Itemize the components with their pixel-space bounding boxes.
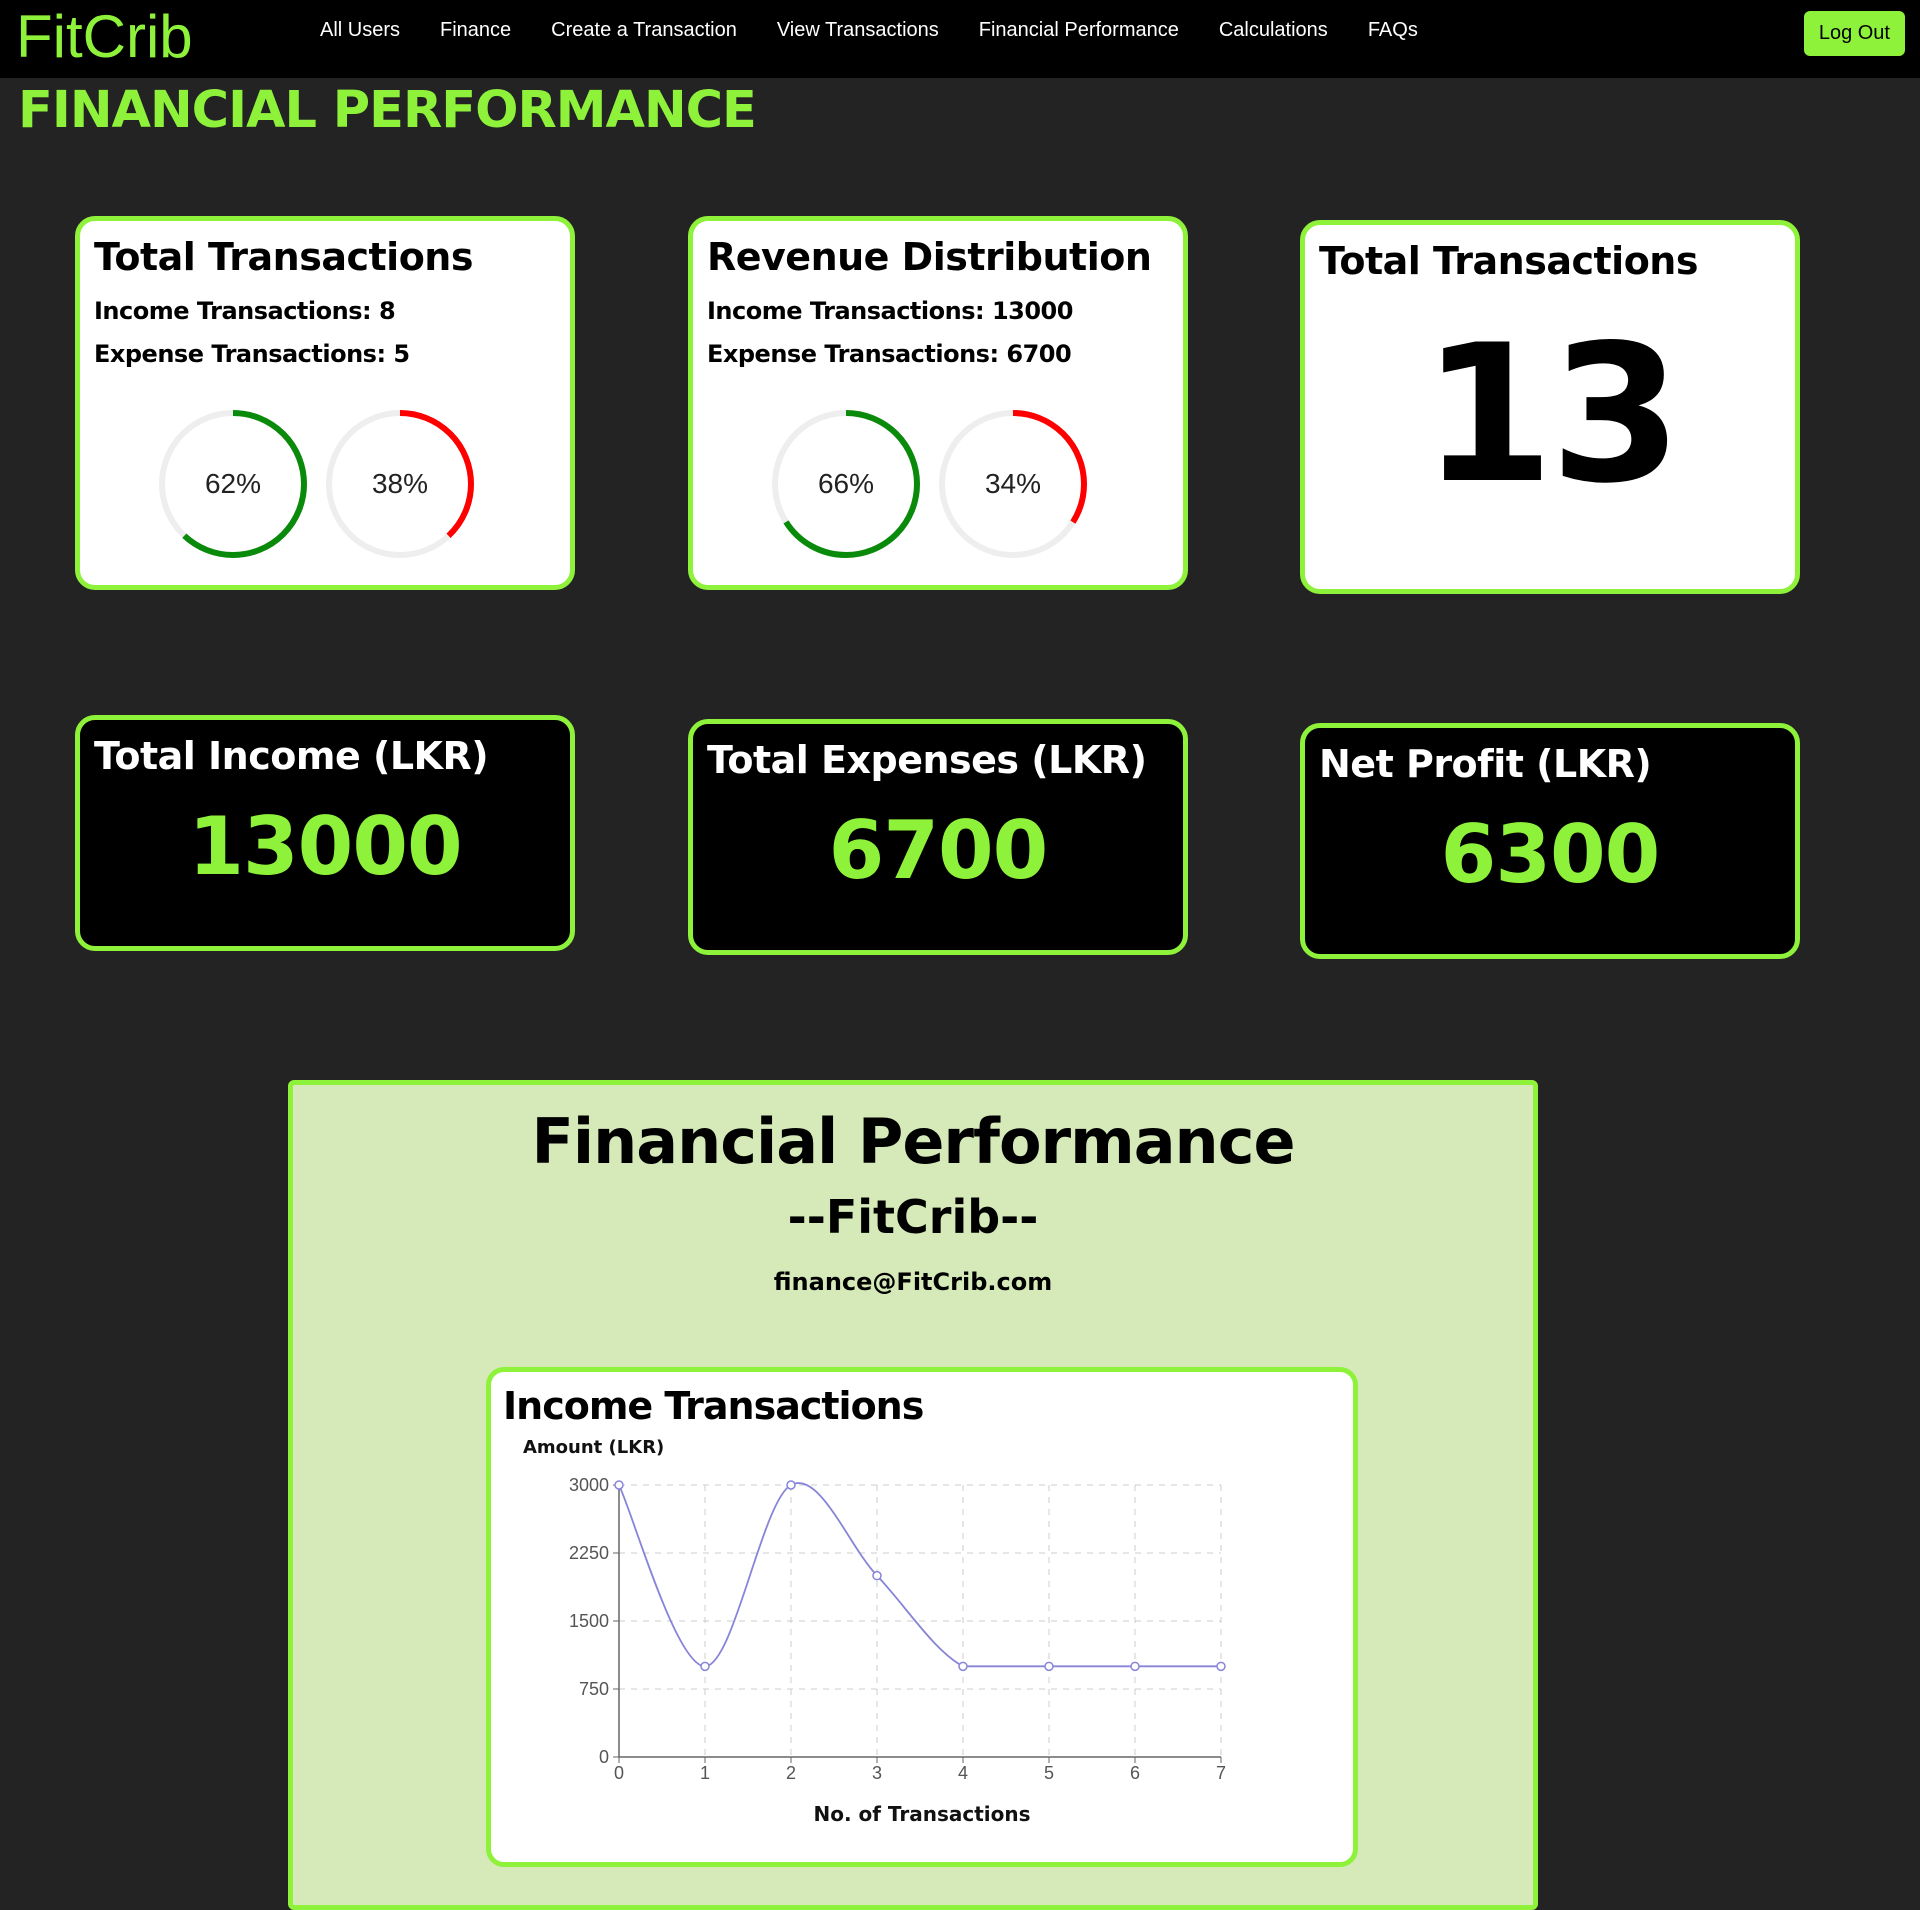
x-tick-label: 0: [614, 1763, 624, 1783]
logout-button[interactable]: Log Out: [1803, 11, 1905, 56]
x-tick-label: 5: [1044, 1763, 1054, 1783]
nav-link-faqs[interactable]: FAQs: [1368, 19, 1418, 42]
chart-title: Income Transactions: [503, 1384, 924, 1428]
y-tick-label: 1500: [569, 1611, 609, 1631]
income-gauge: 62%: [158, 409, 308, 559]
top-navbar: FitCrib All Users Finance Create a Trans…: [0, 0, 1920, 78]
expense-total-line: Expense Transactions: 6700: [707, 340, 1072, 368]
nav-links: All Users Finance Create a Transaction V…: [320, 0, 1418, 60]
gauge-percent: 38%: [371, 468, 429, 499]
nav-link-calculations[interactable]: Calculations: [1219, 19, 1328, 42]
total-income-value: 13000: [188, 800, 462, 893]
x-tick-label: 7: [1216, 1763, 1226, 1783]
nav-link-financial-performance[interactable]: Financial Performance: [979, 19, 1179, 42]
card-title: Total Income (LKR): [94, 734, 489, 778]
report-subtitle: --FitCrib--: [787, 1190, 1039, 1244]
nav-link-all-users[interactable]: All Users: [320, 19, 400, 42]
report-title: Financial Performance: [531, 1105, 1296, 1178]
total-transactions-value: 13: [1421, 304, 1682, 525]
data-point: [786, 1480, 796, 1490]
data-point: [1044, 1661, 1054, 1672]
financial-report-panel: Financial Performance --FitCrib-- financ…: [288, 1080, 1538, 1910]
gauge-percent: 66%: [817, 468, 875, 499]
expense-gauge: 34%: [938, 409, 1088, 559]
income-total-line: Income Transactions: 13000: [707, 297, 1073, 325]
x-tick-label: 2: [786, 1763, 796, 1783]
card-title: Net Profit (LKR): [1319, 742, 1652, 786]
brand-logo[interactable]: FitCrib: [16, 2, 193, 72]
income-series-line: [618, 1482, 1221, 1668]
card-title: Total Transactions: [1319, 239, 1698, 283]
nav-link-finance[interactable]: Finance: [440, 19, 511, 42]
x-tick-label: 1: [700, 1763, 710, 1783]
gauge-percent: 62%: [204, 468, 262, 499]
total-expenses-value: 6700: [828, 804, 1049, 897]
gauge-percent: 34%: [984, 468, 1042, 499]
income-gauge: 66%: [771, 409, 921, 559]
data-point: [700, 1661, 710, 1672]
y-tick-label: 3000: [569, 1475, 609, 1495]
revenue-distribution-card: Revenue Distribution Income Transactions…: [688, 216, 1188, 590]
income-transactions-count: Income Transactions: 8: [94, 297, 396, 325]
y-tick-label: 2250: [569, 1543, 609, 1563]
data-point: [614, 1480, 624, 1490]
net-profit-value: 6300: [1440, 808, 1661, 901]
total-transactions-card: Total Transactions 13: [1300, 220, 1800, 594]
y-tick-label: 750: [579, 1679, 609, 1699]
total-income-card: Total Income (LKR) 13000: [75, 715, 575, 951]
data-point: [1216, 1661, 1226, 1672]
chart-x-axis-label: No. of Transactions: [813, 1802, 1031, 1826]
data-point: [1130, 1661, 1140, 1672]
net-profit-card: Net Profit (LKR) 6300: [1300, 723, 1800, 959]
page-title: FINANCIAL PERFORMANCE: [18, 81, 757, 140]
expense-gauge: 38%: [325, 409, 475, 559]
expense-transactions-count: Expense Transactions: 5: [94, 340, 410, 368]
transactions-count-card: Total Transactions Income Transactions: …: [75, 216, 575, 590]
card-title: Revenue Distribution: [707, 235, 1152, 279]
total-expenses-card: Total Expenses (LKR) 6700: [688, 719, 1188, 955]
x-tick-label: 6: [1130, 1763, 1140, 1783]
data-point: [872, 1570, 882, 1581]
card-title: Total Transactions: [94, 235, 473, 279]
chart-y-axis-label: Amount (LKR): [523, 1437, 665, 1458]
x-tick-label: 4: [958, 1763, 968, 1783]
data-point: [958, 1661, 968, 1672]
x-tick-label: 3: [872, 1763, 882, 1783]
income-chart-card: 0 750 1500 2250 3000 0 1 2 3 4 5 6 7 Income Transact…: [486, 1367, 1358, 1867]
nav-link-create-transaction[interactable]: Create a Transaction: [551, 19, 737, 42]
nav-link-view-transactions[interactable]: View Transactions: [777, 19, 939, 42]
report-email: finance@FitCrib.com: [773, 1268, 1053, 1296]
y-tick-label: 0: [599, 1747, 609, 1767]
card-title: Total Expenses (LKR): [707, 738, 1147, 782]
